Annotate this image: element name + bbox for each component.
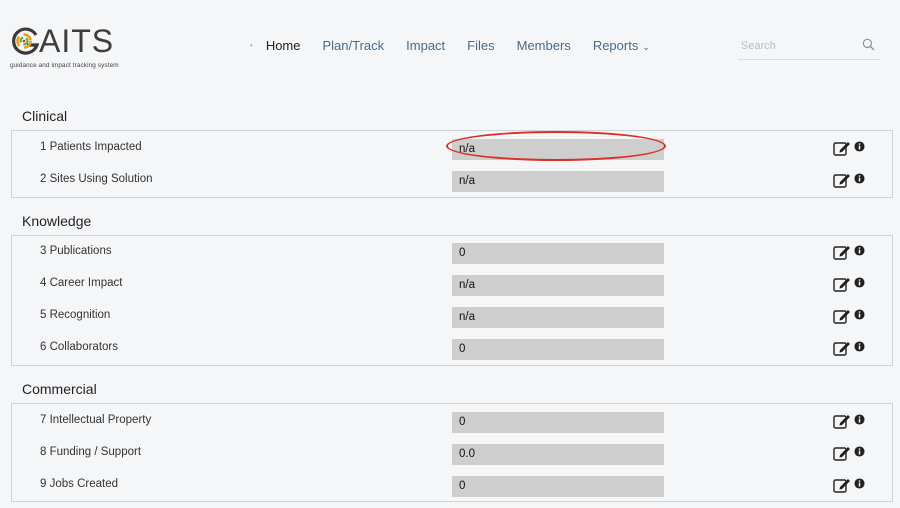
row-value-field: 0.0 <box>452 444 664 465</box>
row-label: 1 Patients Impacted <box>40 141 142 153</box>
info-icon[interactable] <box>854 309 865 320</box>
logo-text: AITS <box>39 23 115 59</box>
info-icon[interactable] <box>854 245 865 256</box>
impact-row: 6 Collaborators 0 <box>12 332 892 364</box>
row-value-field: n/a <box>452 139 664 160</box>
info-icon[interactable] <box>854 446 865 457</box>
edit-icon[interactable] <box>833 276 851 292</box>
impact-row: 5 Recognition n/a <box>12 300 892 332</box>
nav-item-reports[interactable]: Reports ⌄ <box>593 38 650 53</box>
impact-row: 3 Publications 0 <box>12 236 892 268</box>
search-icon[interactable] <box>862 38 875 51</box>
edit-icon[interactable] <box>833 340 851 356</box>
row-value-field: n/a <box>452 307 664 328</box>
impact-row: 8 Funding / Support 0.0 <box>12 437 892 469</box>
info-icon[interactable] <box>854 341 865 352</box>
nav-item-home[interactable]: Home <box>266 38 301 53</box>
edit-icon[interactable] <box>833 244 851 260</box>
gaits-logo[interactable]: AITS guidance and impact tracking system <box>10 24 122 74</box>
row-label: 3 Publications <box>40 245 112 257</box>
info-icon[interactable] <box>854 478 865 489</box>
search-box <box>738 34 880 60</box>
nav-item-impact[interactable]: Impact <box>406 38 445 53</box>
row-value-field: 0 <box>452 412 664 433</box>
impact-row: 9 Jobs Created 0 <box>12 469 892 501</box>
logo-wordmark: AITS <box>10 24 114 58</box>
row-label: 7 Intellectual Property <box>40 414 152 426</box>
logo-g-mark <box>12 27 40 55</box>
main-nav: • Home Plan/Track Impact Files Members R… <box>250 38 672 53</box>
section-title-clinical: Clinical <box>22 108 68 124</box>
nav-item-plan-track[interactable]: Plan/Track <box>323 38 385 53</box>
row-label: 9 Jobs Created <box>40 478 118 490</box>
logo-tagline: guidance and impact tracking system <box>10 62 119 69</box>
edit-icon[interactable] <box>833 477 851 493</box>
info-icon[interactable] <box>854 414 865 425</box>
chevron-down-icon: ⌄ <box>642 42 650 52</box>
edit-icon[interactable] <box>833 172 851 188</box>
row-value-field: n/a <box>452 171 664 192</box>
row-label: 8 Funding / Support <box>40 446 142 458</box>
info-icon[interactable] <box>854 141 865 152</box>
row-value-field: 0 <box>452 476 664 497</box>
edit-icon[interactable] <box>833 413 851 429</box>
row-label: 2 Sites Using Solution <box>40 173 153 185</box>
row-label: 5 Recognition <box>40 309 111 321</box>
section-title-knowledge: Knowledge <box>22 213 92 229</box>
impact-row: 4 Career Impact n/a <box>12 268 892 300</box>
nav-separator: • <box>250 41 253 50</box>
app-root: AITS guidance and impact tracking system… <box>0 0 900 508</box>
row-value-field: n/a <box>452 275 664 296</box>
row-label: 4 Career Impact <box>40 277 123 289</box>
row-value-field: 0 <box>452 339 664 360</box>
impact-row: 2 Sites Using Solution n/a <box>12 164 892 196</box>
edit-icon[interactable] <box>833 308 851 324</box>
panel-knowledge: 3 Publications 0 4 Career Impact n/a 5 R… <box>11 235 893 366</box>
section-title-commercial: Commercial <box>22 381 97 397</box>
nav-item-members[interactable]: Members <box>517 38 571 53</box>
row-label: 6 Collaborators <box>40 341 118 353</box>
edit-icon[interactable] <box>833 445 851 461</box>
row-value-field: 0 <box>452 243 664 264</box>
info-icon[interactable] <box>854 277 865 288</box>
search-input[interactable] <box>738 34 848 58</box>
impact-row: 7 Intellectual Property 0 <box>12 405 892 437</box>
nav-item-reports-label: Reports <box>592 38 639 53</box>
nav-item-files[interactable]: Files <box>467 38 494 53</box>
panel-clinical: 1 Patients Impacted n/a 2 Sites Using So… <box>11 130 893 198</box>
impact-row: 1 Patients Impacted n/a <box>12 132 892 164</box>
edit-icon[interactable] <box>833 140 851 156</box>
panel-commercial: 7 Intellectual Property 0 8 Funding / Su… <box>11 403 893 502</box>
info-icon[interactable] <box>854 173 865 184</box>
